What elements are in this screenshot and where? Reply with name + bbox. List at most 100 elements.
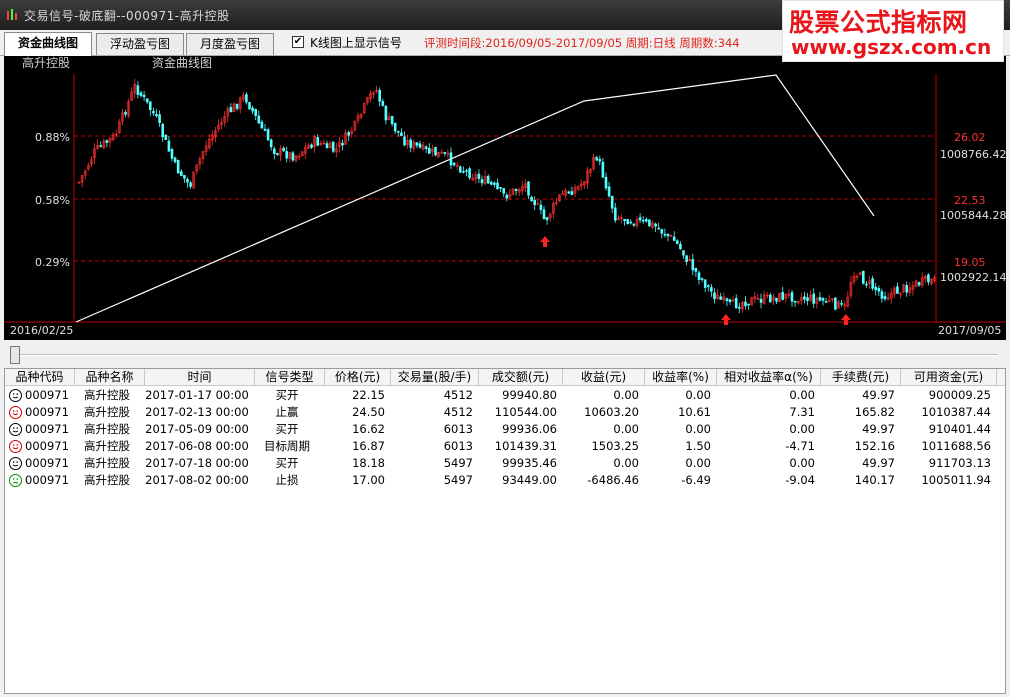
candle-body [486, 175, 490, 184]
show-signal-checkbox[interactable]: ✔ [292, 36, 304, 48]
cell-time: 2017-07-18 00:00 [145, 456, 249, 470]
tab-floating-pnl[interactable]: 浮动盈亏图 [96, 33, 184, 55]
chart-stock-label: 高升控股 [22, 56, 70, 70]
slider-track[interactable] [10, 354, 998, 356]
candle-body [713, 292, 716, 300]
right-price-tick-2: 22.53 [954, 194, 986, 207]
candle-body [505, 194, 509, 199]
buy-signal-arrow [841, 314, 851, 325]
candle-body [164, 134, 168, 140]
app-icon [7, 9, 17, 20]
equity-chart: 高升控股 资金曲线图 0.88% 0.58% 0.29% 26.02 22.53… [4, 55, 1006, 340]
candle-body [434, 146, 437, 156]
header-alpha[interactable]: 相对收益率α(%) [717, 369, 821, 386]
candle-body [139, 92, 143, 96]
cell-type: 止损 [275, 473, 299, 487]
slider-thumb[interactable] [10, 346, 20, 364]
table-row[interactable]: 000971 高升控股 2017-07-18 00:00 买开 18.18 5497 999… [5, 455, 1005, 472]
header-name[interactable]: 品种名称 [75, 369, 145, 386]
signal-markers [540, 236, 851, 325]
cell-alpha: 0.00 [789, 422, 815, 436]
neutral-face-icon [9, 389, 22, 402]
header-type[interactable]: 信号类型 [255, 369, 325, 386]
candle-body [728, 299, 732, 303]
candle-body [155, 114, 158, 117]
candle-body [834, 297, 837, 310]
candle-body [648, 219, 651, 227]
header-fee[interactable]: 手续费(元) [821, 369, 901, 386]
cell-fee: 49.97 [862, 422, 895, 436]
buy-signal-arrow [721, 314, 731, 325]
candle-body [865, 283, 868, 286]
candle-body [877, 287, 881, 292]
cell-type: 买开 [275, 388, 299, 402]
candle-body [152, 110, 155, 114]
cell-qty: 4512 [443, 388, 473, 402]
candle-body [917, 282, 921, 286]
candle-body [626, 219, 630, 225]
table-row[interactable]: 000971 高升控股 2017-08-02 00:00 止损 17.00 5497 934… [5, 472, 1005, 489]
cell-price: 22.15 [352, 388, 385, 402]
cell-cash: 911703.13 [928, 456, 991, 470]
cell-cash: 900009.25 [928, 388, 991, 402]
table-row[interactable]: 000971 高升控股 2017-01-17 00:00 买开 22.15 4512 999… [5, 387, 1005, 404]
cell-amount: 93449.00 [502, 473, 557, 487]
header-rate[interactable]: 收益率(%) [645, 369, 717, 386]
cell-qty: 5497 [443, 473, 473, 487]
candle-body [458, 166, 462, 173]
trade-table: 品种代码 品种名称 时间 信号类型 价格(元) 交易量(股/手) 成交额(元) 收益(元) 收益… [4, 368, 1006, 694]
header-amount[interactable]: 成交额(元) [479, 369, 563, 386]
candle-body [176, 160, 180, 174]
cell-alpha: -9.04 [785, 473, 815, 487]
cell-cash: 910401.44 [928, 422, 991, 436]
candle-body [623, 218, 626, 222]
candle-body [142, 94, 146, 98]
cell-price: 17.00 [352, 473, 385, 487]
candle-body [189, 182, 192, 187]
tab-equity-curve[interactable]: 资金曲线图 [4, 32, 92, 56]
header-cash[interactable]: 可用资金(元) [901, 369, 997, 386]
candle-body [685, 255, 688, 263]
watermark-logo: 股票公式指标网 www.gszx.com.cn [782, 0, 1004, 62]
table-row[interactable]: 000971 高升控股 2017-06-08 00:00 目标周期 16.87 6013 1… [5, 438, 1005, 455]
cell-price: 16.87 [352, 439, 385, 453]
candle-body [812, 293, 816, 304]
candle-body [759, 298, 763, 303]
cell-rate: 1.50 [685, 439, 711, 453]
cell-rate: -6.49 [681, 473, 711, 487]
candle-body [418, 143, 422, 148]
cell-time: 2017-05-09 00:00 [145, 422, 249, 436]
candle-body [381, 100, 385, 106]
cell-profit: 10603.20 [584, 405, 639, 419]
candle-body [493, 182, 496, 185]
table-row[interactable]: 000971 高升控股 2017-05-09 00:00 买开 16.62 6013 999… [5, 421, 1005, 438]
tab-monthly-pnl[interactable]: 月度盈亏图 [186, 33, 274, 55]
table-row[interactable]: 000971 高升控股 2017-02-13 00:00 止赢 24.50 4512 110… [5, 404, 1005, 421]
time-slider[interactable] [0, 341, 1010, 368]
header-time[interactable]: 时间 [145, 369, 255, 386]
candle-body [316, 136, 320, 146]
right-fund-tick-2: 1005844.28 [940, 209, 1006, 222]
right-fund-tick-1: 1008766.42 [940, 148, 1006, 161]
cell-amount: 101439.31 [494, 439, 557, 453]
cell-profit: 0.00 [613, 456, 639, 470]
cell-rate: 10.61 [678, 405, 711, 419]
cell-fee: 49.97 [862, 388, 895, 402]
candle-body [641, 219, 645, 222]
candle-body [539, 204, 543, 210]
buy-signal-arrow [540, 236, 550, 247]
candle-body [347, 132, 351, 136]
candle-body [282, 147, 285, 152]
header-code[interactable]: 品种代码 [5, 369, 75, 386]
cell-rate: 0.00 [685, 422, 711, 436]
candle-body [254, 108, 257, 117]
header-qty[interactable]: 交易量(股/手) [391, 369, 479, 386]
left-tick-1: 0.88% [35, 131, 70, 144]
candle-body [124, 111, 127, 115]
header-profit[interactable]: 收益(元) [563, 369, 645, 386]
candle-body [542, 209, 546, 220]
candle-body [186, 178, 189, 183]
header-price[interactable]: 价格(元) [325, 369, 391, 386]
show-signal-label[interactable]: K线图上显示信号 [310, 34, 402, 51]
candle-body [477, 173, 481, 179]
